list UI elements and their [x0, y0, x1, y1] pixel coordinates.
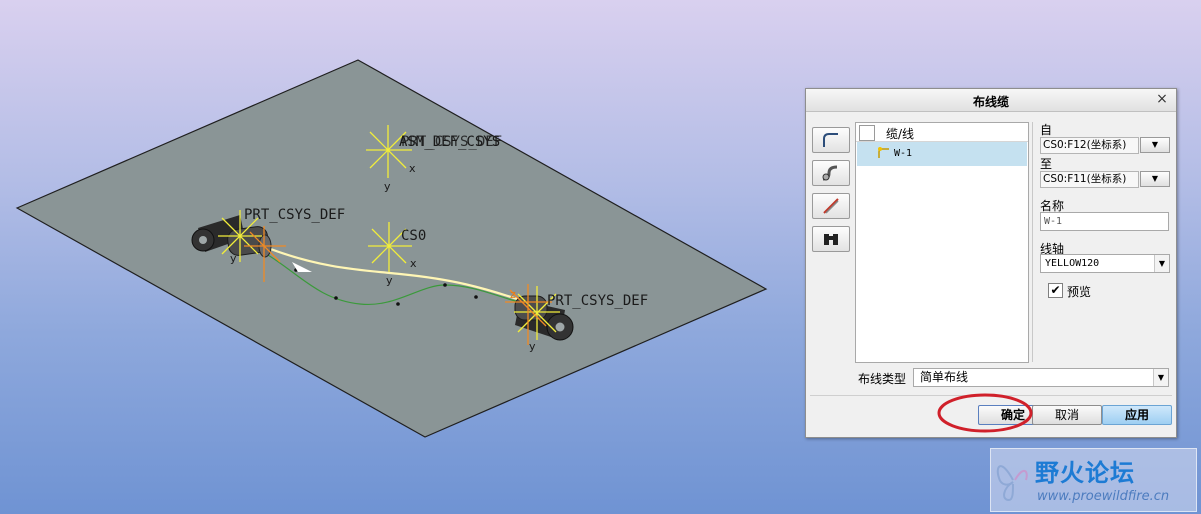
close-icon[interactable]: × [1154, 91, 1170, 107]
axis-y-top: y [384, 180, 391, 193]
wire-edit-tool-button[interactable] [812, 193, 850, 219]
search-tool-button[interactable] [812, 226, 850, 252]
wire-edit-icon [823, 198, 839, 214]
tree-header-label: 缆/线 [886, 127, 915, 141]
spool-select-value: YELLOW120 [1045, 258, 1100, 269]
axis-z-right: z [510, 288, 516, 301]
tree-row-w1[interactable]: W-1 [857, 142, 1027, 166]
chevron-down-icon: ▼ [1153, 369, 1168, 386]
from-dropdown-button[interactable]: ▼ [1140, 137, 1170, 153]
axis-y-mid: y [386, 274, 393, 287]
preview-label: 预览 [1067, 285, 1092, 299]
select-all-checkbox[interactable] [859, 125, 875, 141]
cable-tree[interactable]: 缆/线 W-1 [855, 122, 1029, 363]
label-left-csys: PRT_CSYS_DEF [244, 207, 345, 223]
dialog-title: 布线缆 [972, 95, 1009, 109]
to-label: 至 [1040, 157, 1053, 171]
name-input[interactable]: W-1 [1040, 212, 1169, 231]
route-type-value: 简单布线 [920, 370, 969, 384]
axis-x-top: x [409, 162, 416, 175]
from-label: 自 [1040, 123, 1053, 137]
spool-select[interactable]: YELLOW120 ▼ [1040, 254, 1170, 273]
label-top-csys-overlap: PRT_CSYS_DEF [401, 134, 502, 150]
to-dropdown-button[interactable]: ▼ [1140, 171, 1170, 187]
cancel-button[interactable]: 取消 [1032, 405, 1102, 425]
label-right-csys: PRT_CSYS_DEF [547, 293, 648, 309]
divider [810, 395, 1172, 396]
route-cable-dialog: 布线缆 × 缆/线 W-1 自 CS0:F12(坐标系) ▼ 至 CS0:F11… [805, 88, 1177, 438]
axis-x-mid: x [410, 257, 417, 270]
route-type-select[interactable]: 简单布线 ▼ [913, 368, 1169, 387]
route-cable-icon [823, 133, 838, 147]
watermark-title: 野火论坛 [1035, 459, 1135, 487]
preview-checkbox[interactable]: ✔ [1048, 283, 1063, 298]
binoculars-icon [824, 234, 838, 245]
route-type-label: 布线类型 [858, 372, 907, 386]
label-mid-csys: CS0 [401, 228, 426, 244]
tree-header: 缆/线 [856, 123, 1028, 142]
tree-row-label: W-1 [894, 148, 913, 159]
divider [1032, 122, 1033, 362]
dialog-titlebar[interactable]: 布线缆 × [806, 89, 1176, 112]
axis-y-right: y [529, 340, 536, 353]
butterfly-logo-icon [996, 465, 1028, 502]
axis-y-left: y [230, 252, 237, 265]
from-reference-field[interactable]: CS0:F12(坐标系) [1040, 137, 1139, 154]
route-harness-tool-button[interactable] [812, 160, 850, 186]
watermark-url: www.proewildfire.cn [1037, 489, 1170, 504]
apply-button[interactable]: 应用 [1102, 405, 1172, 425]
wire-icon [878, 147, 889, 158]
chevron-down-icon: ▼ [1154, 255, 1169, 272]
watermark: 野火论坛 www.proewildfire.cn [990, 448, 1197, 512]
to-reference-field[interactable]: CS0:F11(坐标系) [1040, 171, 1139, 188]
route-harness-icon [822, 165, 838, 181]
route-cable-tool-button[interactable] [812, 127, 850, 153]
